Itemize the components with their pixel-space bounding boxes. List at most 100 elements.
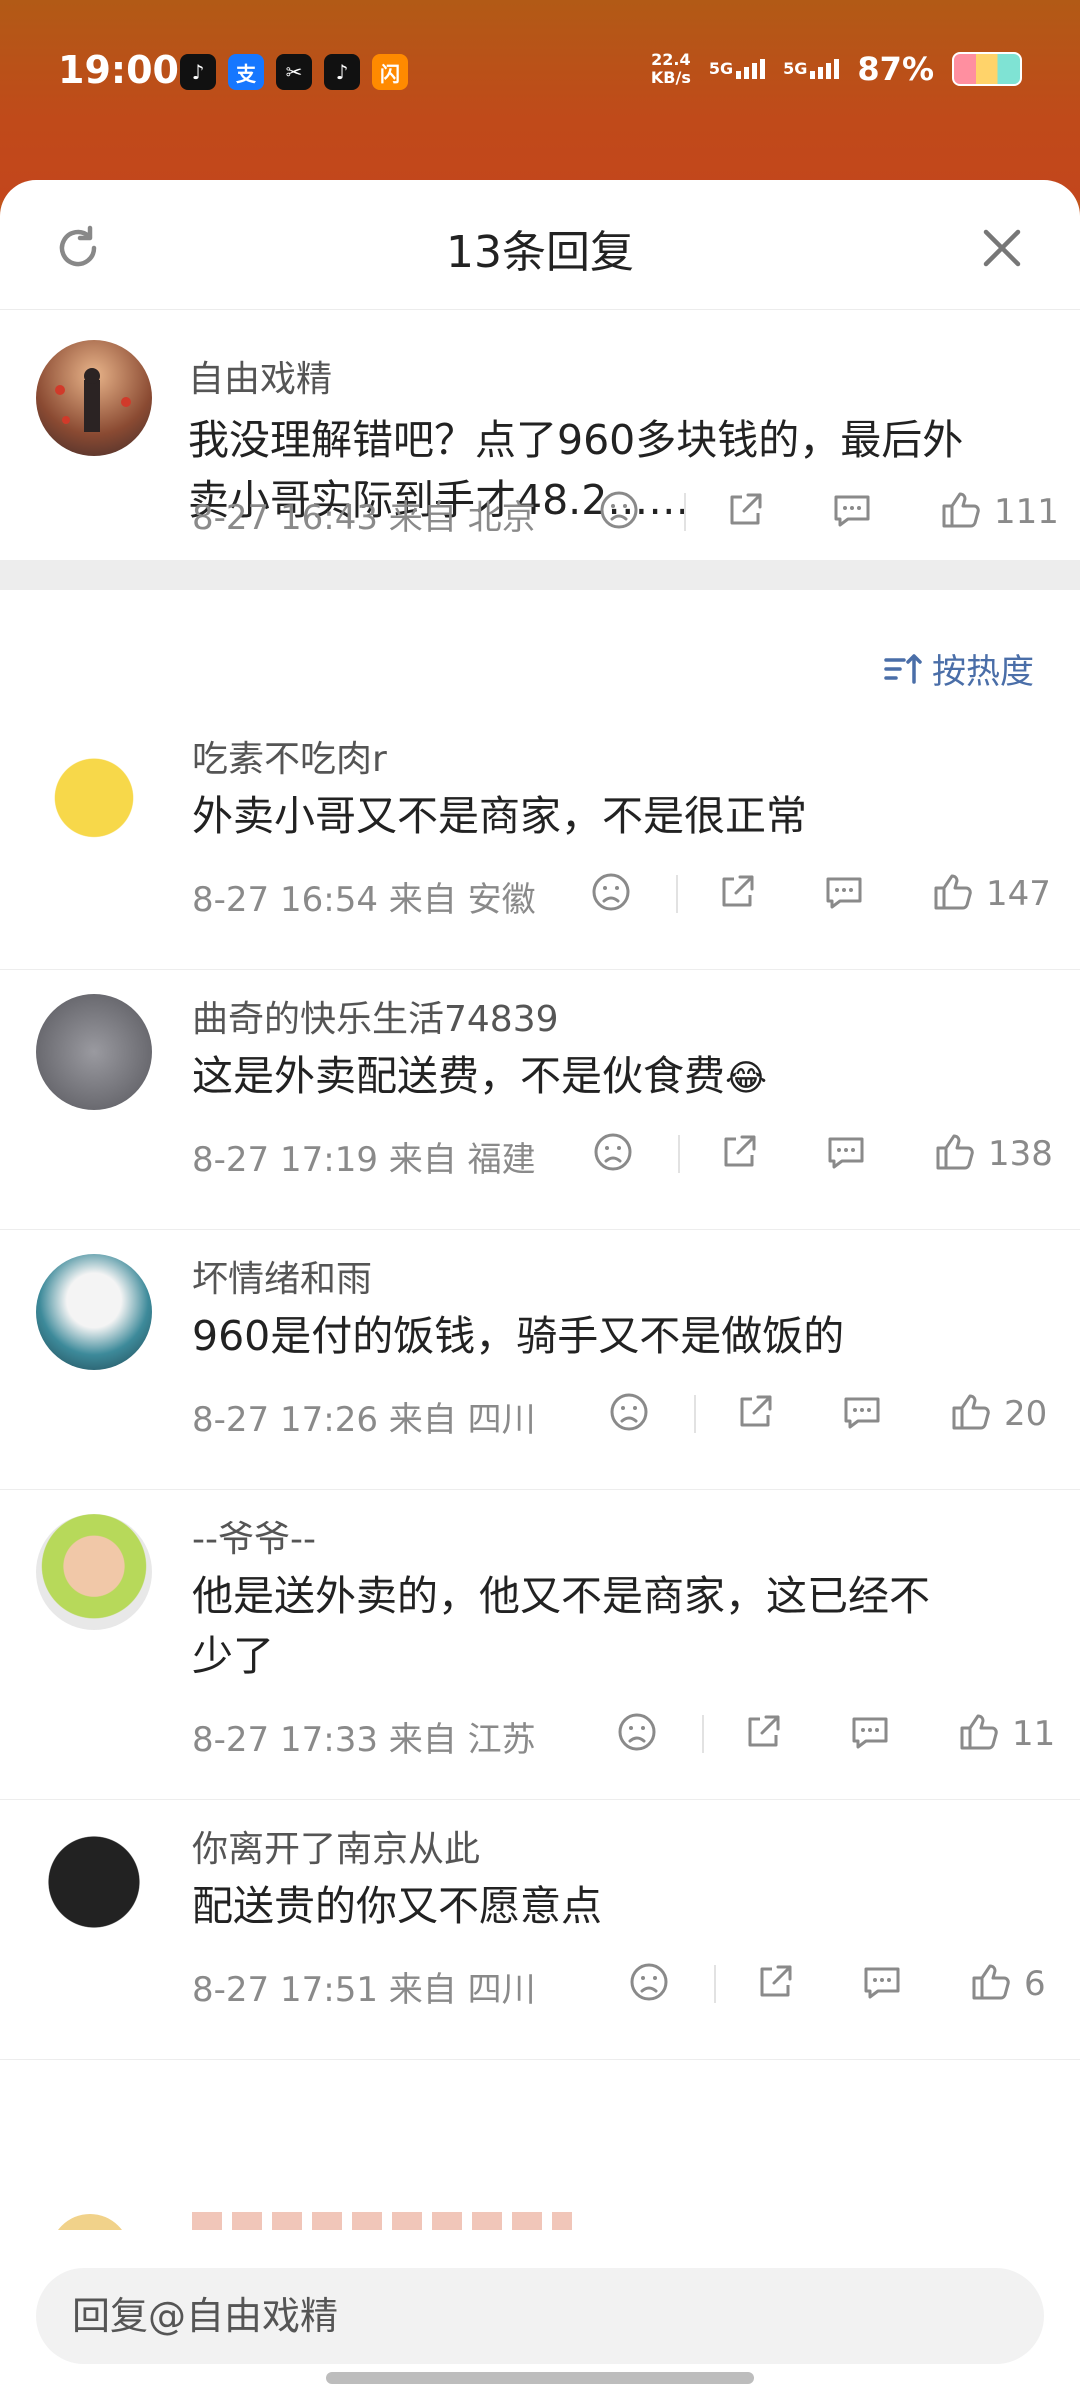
- action-separator: [694, 1395, 696, 1433]
- like-button[interactable]: 6: [968, 1960, 1046, 2008]
- reply-button[interactable]: [860, 1961, 904, 2007]
- sheet-title: 13条回复: [446, 227, 634, 278]
- close-icon[interactable]: [974, 220, 1030, 276]
- dislike-button[interactable]: [598, 489, 640, 535]
- like-count: 138: [988, 1134, 1053, 1174]
- dislike-icon: [608, 1391, 650, 1437]
- reply-list: 吃素不吃肉r 外卖小哥又不是商家，不是很正常 8-27 16:54 来自 安徽 147…: [0, 710, 1080, 2060]
- reply-text: 外卖小哥又不是商家，不是很正常: [192, 786, 807, 846]
- like-button[interactable]: 111: [938, 488, 1059, 536]
- avatar[interactable]: [36, 1514, 152, 1630]
- comment-text-line1: 我没理解错吧？点了960多块钱的，最后外: [188, 416, 964, 464]
- reply-username[interactable]: 曲奇的快乐生活74839: [192, 990, 559, 1042]
- action-separator: [678, 1135, 680, 1173]
- reply-button[interactable]: [824, 1131, 868, 1177]
- comment-icon: [848, 1711, 892, 1757]
- comment-icon: [860, 1961, 904, 2007]
- system-status: 22.4 KB/s 5G 5G 87%: [651, 50, 1022, 88]
- like-button[interactable]: 20: [948, 1390, 1047, 1438]
- section-divider: [0, 560, 1080, 590]
- dislike-button[interactable]: [616, 1711, 658, 1757]
- dislike-icon: [590, 871, 632, 917]
- share-button[interactable]: [718, 1131, 760, 1177]
- share-button[interactable]: [754, 1961, 796, 2007]
- reply-meta: 8-27 16:54 来自 安徽: [192, 880, 536, 920]
- share-button[interactable]: [724, 489, 766, 535]
- share-icon: [754, 1961, 796, 2007]
- status-bar: 19:00 ♪ 支 ✂ ♪ 闪 22.4 KB/s 5G 5G 87%: [0, 0, 1080, 150]
- taobao-flash-icon: 闪: [372, 54, 408, 90]
- comment-icon: [830, 489, 874, 535]
- battery-icon: [952, 52, 1022, 86]
- dislike-button[interactable]: [592, 1131, 634, 1177]
- sort-button[interactable]: 按热度: [884, 644, 1034, 693]
- share-icon: [724, 489, 766, 535]
- comment-meta: 8-27 16:43 来自 北京: [192, 498, 536, 538]
- like-icon: [968, 1960, 1012, 2008]
- comment-icon: [824, 1131, 868, 1177]
- sort-label: 按热度: [932, 652, 1034, 692]
- reply-text: 960是付的饭钱，骑手又不是做饭的: [192, 1306, 844, 1366]
- like-icon: [932, 1130, 976, 1178]
- like-button[interactable]: 147: [930, 870, 1051, 918]
- signal-label: 5G: [708, 59, 734, 78]
- reply-text-content: 配送贵的你又不愿意点: [192, 1882, 602, 1930]
- share-button[interactable]: [734, 1391, 776, 1437]
- reply-meta: 8-27 17:51 来自 四川: [192, 1970, 536, 2010]
- reply-button[interactable]: [848, 1711, 892, 1757]
- reply-text: 这是外卖配送费，不是伙食费😂: [192, 1046, 767, 1109]
- replies-sheet: 13条回复 自由戏精 我没理解错吧？点了960多块钱的，最后外 卖小哥实际到手才…: [0, 180, 1080, 2400]
- reply-button[interactable]: [822, 871, 866, 917]
- avatar[interactable]: [36, 734, 152, 850]
- reply-button[interactable]: [840, 1391, 884, 1437]
- reply-text: 他是送外卖的，他又不是商家，这已经不 少了: [192, 1566, 930, 1686]
- reply-item: 坏情绪和雨 960是付的饭钱，骑手又不是做饭的 8-27 17:26 来自 四川 20: [0, 1230, 1080, 1490]
- avatar[interactable]: [36, 1824, 152, 1940]
- like-button[interactable]: 11: [956, 1710, 1055, 1758]
- signal-label-2: 5G: [783, 59, 808, 78]
- dislike-button[interactable]: [590, 871, 632, 917]
- comment-username[interactable]: 自由戏精: [188, 350, 332, 402]
- dislike-icon: [616, 1711, 658, 1757]
- sheet-header: 13条回复: [0, 180, 1080, 310]
- sort-row: 按热度: [0, 590, 1080, 710]
- reply-item: 曲奇的快乐生活74839 这是外卖配送费，不是伙食费😂 8-27 17:19 来自 …: [0, 970, 1080, 1230]
- tiktok-icon: ♪: [180, 54, 216, 90]
- comment-actions: 147: [590, 870, 1051, 918]
- home-indicator[interactable]: [326, 2372, 754, 2384]
- share-icon: [716, 871, 758, 917]
- avatar[interactable]: [36, 340, 152, 456]
- tiktok-lite-icon: ♪: [324, 54, 360, 90]
- reply-button[interactable]: [830, 489, 874, 535]
- reply-username[interactable]: 你离开了南京从此: [192, 1820, 480, 1872]
- reply-username[interactable]: 吃素不吃肉r: [192, 730, 387, 782]
- dislike-icon: [628, 1961, 670, 2007]
- reply-item: --爷爷-- 他是送外卖的，他又不是商家，这已经不 少了 8-27 17:33 来自 …: [0, 1490, 1080, 1800]
- reply-item: 吃素不吃肉r 外卖小哥又不是商家，不是很正常 8-27 16:54 来自 安徽 147: [0, 710, 1080, 970]
- like-count: 111: [994, 492, 1059, 532]
- action-separator: [702, 1715, 704, 1753]
- share-icon: [742, 1711, 784, 1757]
- dislike-icon: [592, 1131, 634, 1177]
- dislike-button[interactable]: [608, 1391, 650, 1437]
- net-speed-value: 22.4: [651, 50, 691, 69]
- alipay-icon: 支: [228, 54, 264, 90]
- reply-meta: 8-27 17:19 来自 福建: [192, 1140, 536, 1180]
- reply-username[interactable]: --爷爷--: [192, 1510, 316, 1562]
- reply-username[interactable]: 坏情绪和雨: [192, 1250, 372, 1302]
- like-count: 6: [1024, 1964, 1046, 2004]
- reply-input[interactable]: 回复@自由戏精: [36, 2268, 1044, 2364]
- share-button[interactable]: [716, 871, 758, 917]
- avatar[interactable]: [36, 994, 152, 1110]
- next-reply-peek: [0, 2190, 1080, 2230]
- dislike-button[interactable]: [628, 1961, 670, 2007]
- avatar[interactable]: [36, 1254, 152, 1370]
- signal-icon: 5G: [708, 59, 766, 79]
- share-button[interactable]: [742, 1711, 784, 1757]
- comment-icon: [840, 1391, 884, 1437]
- like-button[interactable]: 138: [932, 1130, 1053, 1178]
- battery-percent: 87%: [857, 50, 934, 88]
- like-count: 20: [1004, 1394, 1048, 1434]
- reply-meta: 8-27 17:26 来自 四川: [192, 1400, 536, 1440]
- reply-meta: 8-27 17:33 来自 江苏: [192, 1720, 536, 1760]
